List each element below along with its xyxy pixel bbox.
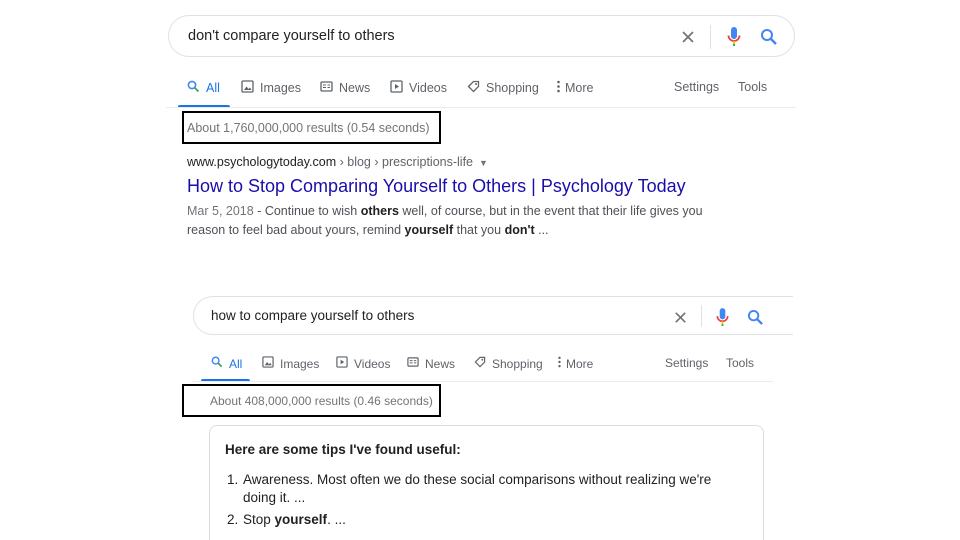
tab-label: More — [566, 356, 594, 371]
list-number: 2. — [227, 512, 239, 527]
search-icon — [211, 356, 223, 371]
featured-snippet-list: 1. Awareness. Most often we do these soci… — [227, 471, 727, 529]
bold-term: others — [360, 204, 399, 218]
snippet-text: - Continue to wish others well, of cours… — [187, 204, 703, 237]
tab-shopping[interactable]: Shopping — [474, 356, 543, 371]
snippet-segment: ... — [534, 223, 549, 237]
tab-label: Videos — [354, 356, 391, 371]
tab-shopping[interactable]: Shopping — [467, 80, 539, 96]
list-text: Awareness. Most often we do these social… — [243, 471, 727, 507]
tab-label: Images — [260, 81, 301, 95]
list-number: 1. — [227, 472, 239, 487]
result-title-link[interactable]: How to Stop Comparing Yourself to Others… — [187, 176, 686, 197]
tab-more[interactable]: More — [556, 80, 593, 96]
tab-label: Shopping — [486, 81, 539, 95]
result-path: › blog › prescriptions-life — [336, 155, 473, 169]
image-icon — [241, 80, 254, 96]
news-icon — [407, 356, 419, 371]
tab-images[interactable]: Images — [262, 356, 319, 371]
tab-label: All — [206, 81, 220, 95]
tab-label: News — [339, 81, 371, 95]
search-icon — [187, 80, 200, 96]
tab-all[interactable]: All — [187, 80, 220, 96]
highlight-box — [182, 384, 441, 417]
tab-more[interactable]: More — [557, 356, 593, 371]
result-domain: www.psychologytoday.com — [187, 155, 337, 169]
result-cite[interactable]: www.psychologytoday.com › blog › prescri… — [187, 155, 488, 169]
settings-link[interactable]: Settings — [665, 356, 708, 370]
snippet-segment: . ... — [327, 512, 346, 527]
settings-link[interactable]: Settings — [674, 80, 719, 94]
snippet-segment: Stop — [243, 512, 275, 527]
tab-label: All — [229, 356, 243, 371]
tabs-divider — [193, 381, 773, 382]
tab-videos[interactable]: Videos — [336, 356, 390, 371]
result-snippet: Mar 5, 2018 - Continue to wish others we… — [187, 202, 727, 240]
caret-down-icon[interactable]: ▼ — [479, 158, 488, 168]
search-icon[interactable] — [757, 25, 781, 49]
highlight-box — [182, 111, 441, 144]
search-query[interactable]: don't compare yourself to others — [188, 16, 395, 56]
video-icon — [390, 80, 403, 96]
list-item: 2. Stop yourself. ... — [227, 511, 727, 529]
list-item: 1. Awareness. Most often we do these soci… — [227, 471, 727, 507]
image-icon — [262, 356, 274, 371]
tab-label: News — [425, 356, 456, 371]
tab-videos[interactable]: Videos — [390, 80, 447, 96]
more-vert-icon — [556, 80, 561, 96]
bold-term: yourself — [404, 223, 454, 237]
search-divider — [710, 25, 711, 49]
tab-label: Shopping — [492, 356, 543, 371]
featured-snippet-heading: Here are some tips I've found useful: — [225, 442, 461, 457]
tab-news[interactable]: News — [320, 80, 370, 96]
search-box[interactable]: how to compare yourself to others — [193, 296, 793, 335]
tools-link[interactable]: Tools — [738, 80, 767, 94]
tabs-divider — [166, 107, 796, 108]
result-date: Mar 5, 2018 — [187, 204, 254, 218]
tools-link[interactable]: Tools — [726, 356, 754, 370]
tab-images[interactable]: Images — [241, 80, 301, 96]
mic-icon[interactable] — [722, 25, 746, 49]
tag-icon — [467, 80, 480, 96]
tab-label: More — [565, 81, 594, 95]
search-box[interactable]: don't compare yourself to others — [168, 15, 795, 57]
snippet-segment: that you — [453, 223, 505, 237]
featured-snippet: Here are some tips I've found useful: 1.… — [209, 425, 764, 540]
clear-icon[interactable] — [677, 26, 699, 48]
snippet-segment: - Continue to wish — [253, 204, 361, 218]
search-divider — [701, 305, 702, 327]
tag-icon — [474, 356, 486, 371]
tab-news[interactable]: News — [407, 356, 455, 371]
video-icon — [336, 356, 348, 371]
search-icon[interactable] — [743, 305, 767, 329]
more-vert-icon — [557, 356, 562, 371]
bold-term: yourself — [274, 512, 328, 527]
search-query[interactable]: how to compare yourself to others — [211, 297, 414, 334]
tab-all[interactable]: All — [211, 356, 242, 371]
news-icon — [320, 80, 333, 96]
clear-icon[interactable] — [669, 306, 691, 328]
tab-label: Videos — [409, 81, 447, 95]
list-text: Stop yourself. ... — [243, 511, 346, 529]
tab-label: Images — [280, 356, 320, 371]
snippet-segment: Awareness. Most often we do these social… — [243, 472, 712, 505]
mic-icon[interactable] — [710, 305, 734, 329]
bold-term: don't — [504, 223, 535, 237]
